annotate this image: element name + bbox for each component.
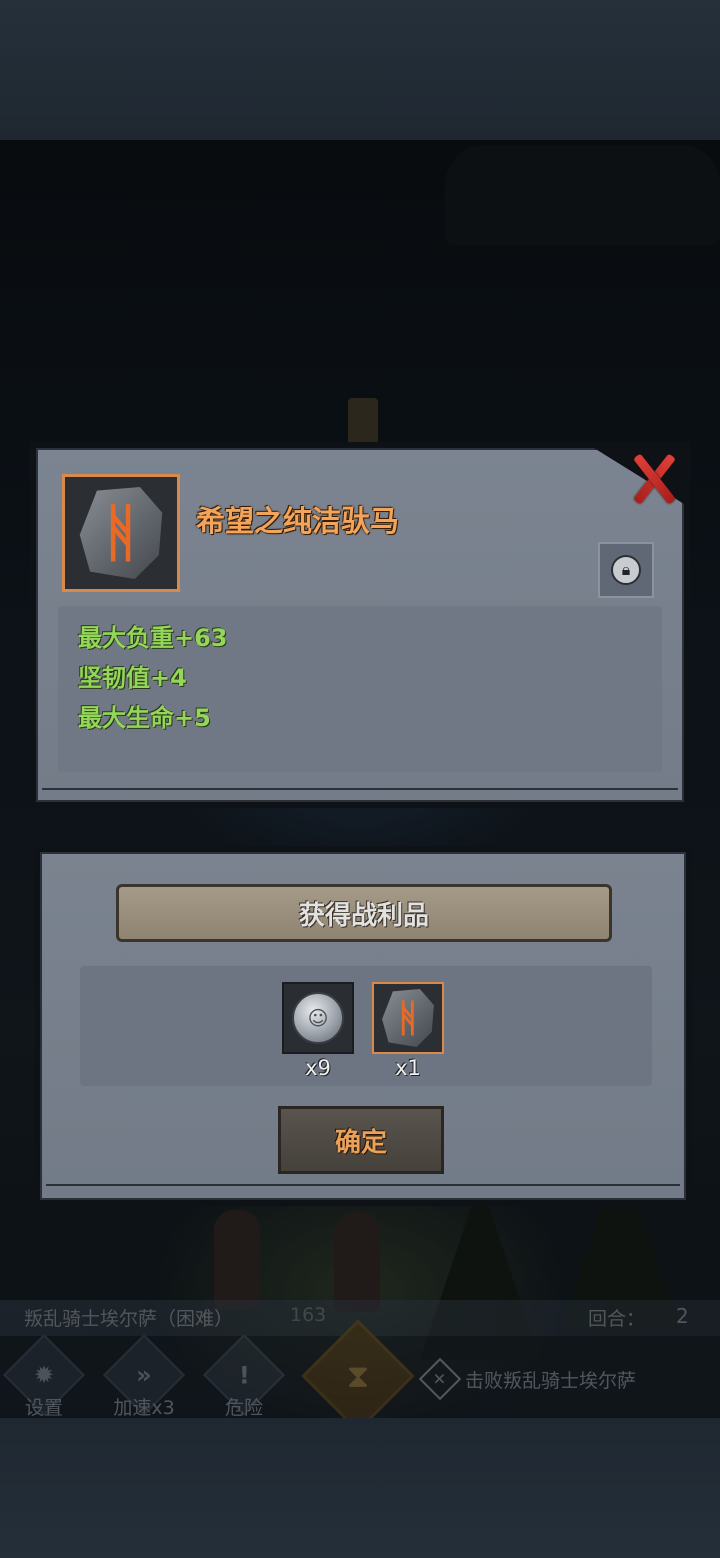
item-title: 希望之纯洁驮马	[196, 504, 400, 538]
rune-stone-icon: ᚻ	[79, 487, 163, 579]
reward-body: 获得战利品 ☺ x9 ᚻ x1 确定	[40, 852, 686, 1200]
reward-count: x9	[305, 1056, 331, 1080]
reward-frame: ᚻ	[372, 982, 444, 1054]
lock-button[interactable]: 🔒︎	[598, 542, 654, 598]
reward-slot-area	[80, 966, 652, 1086]
top-bar	[0, 0, 720, 140]
item-detail-panel: ᚻ 希望之纯洁驮马 🔒︎ 最大负重+63 坚韧值+4 最大生命+5	[30, 442, 690, 808]
reward-frame: ☺	[282, 982, 354, 1054]
stat-line: 坚韧值+4	[78, 664, 187, 692]
item-detail-body: ᚻ 希望之纯洁驮马 🔒︎ 最大负重+63 坚韧值+4 最大生命+5	[36, 448, 684, 802]
lock-icon: 🔒︎	[611, 555, 641, 585]
reward-count: x1	[395, 1056, 421, 1080]
rune-stone-icon: ᚻ	[382, 989, 434, 1047]
stat-line: 最大负重+63	[78, 624, 228, 652]
reward-item-rune[interactable]: ᚻ x1	[372, 982, 444, 1080]
item-stats: 最大负重+63 坚韧值+4 最大生命+5	[58, 606, 662, 772]
silver-coin-icon: ☺	[292, 992, 344, 1044]
close-button[interactable]	[628, 452, 680, 504]
reward-header: 获得战利品	[116, 884, 612, 942]
reward-panel: 获得战利品 ☺ x9 ᚻ x1 确定	[34, 846, 692, 1206]
item-icon-frame: ᚻ	[62, 474, 180, 592]
confirm-label: 确定	[334, 1127, 387, 1158]
stat-line: 最大生命+5	[78, 704, 211, 732]
reward-item-coin[interactable]: ☺ x9	[282, 982, 354, 1080]
bottom-bar	[0, 1418, 720, 1558]
confirm-button[interactable]: 确定	[278, 1106, 444, 1174]
reward-header-title: 获得战利品	[298, 900, 429, 931]
